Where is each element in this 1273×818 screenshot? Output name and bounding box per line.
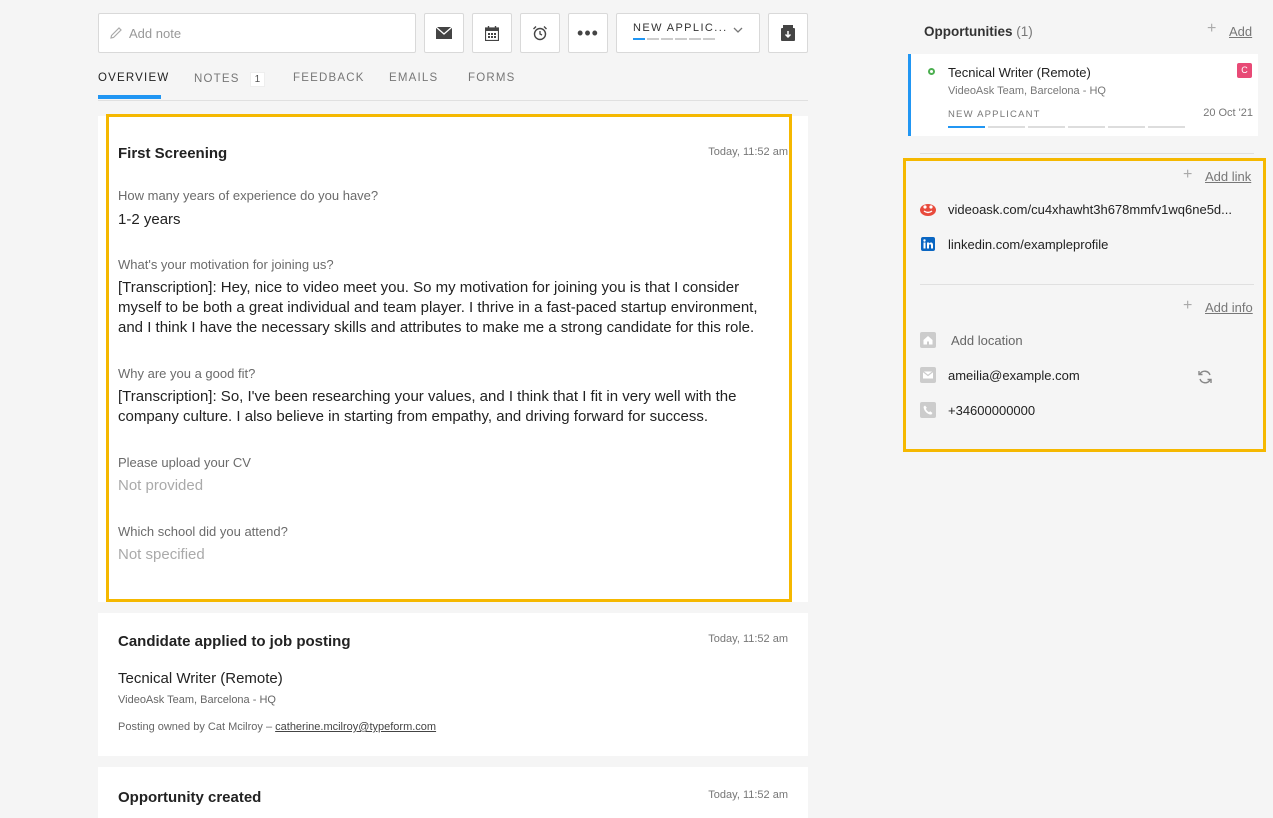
card-timestamp: Today, 11:52 am <box>708 633 788 645</box>
notes-count-badge: 1 <box>249 72 266 87</box>
schedule-button[interactable] <box>472 13 512 53</box>
question-label: What's your motivation for joining us? <box>118 257 334 272</box>
job-team: VideoAsk Team, Barcelona - HQ <box>118 694 276 706</box>
tab-overview[interactable]: OVERVIEW <box>98 72 170 99</box>
card-timestamp: Today, 11:52 am <box>708 146 788 158</box>
plus-icon: + <box>1207 20 1217 37</box>
answer-text: Not provided <box>118 477 204 494</box>
opportunities-count: (1) <box>1016 24 1033 39</box>
add-info-button[interactable]: Add info <box>1205 300 1253 315</box>
card-timestamp: Today, 11:52 am <box>708 789 788 801</box>
home-icon <box>920 332 936 348</box>
tab-feedback-label: FEEDBACK <box>293 72 365 84</box>
tab-active-indicator <box>98 95 161 99</box>
tab-emails-label: EMAILS <box>389 72 439 84</box>
opportunity-created-card: Opportunity created Today, 11:52 am <box>98 767 808 818</box>
opportunity-team: VideoAsk Team, Barcelona - HQ <box>948 85 1106 97</box>
videoask-icon <box>920 201 936 217</box>
archive-button[interactable] <box>768 13 808 53</box>
phone-value: +34600000000 <box>948 402 1036 418</box>
envelope-icon <box>436 27 452 39</box>
tab-notes[interactable]: NOTES 1 <box>194 72 266 87</box>
add-note-placeholder: Add note <box>129 25 182 41</box>
phone-row[interactable]: +34600000000 <box>920 402 1035 418</box>
opportunities-heading: Opportunities (1) <box>924 24 1033 39</box>
alarm-clock-icon <box>533 26 547 41</box>
phone-icon <box>920 402 936 418</box>
tab-emails[interactable]: EMAILS <box>389 72 438 84</box>
add-location-row[interactable]: Add location <box>920 332 1023 348</box>
card-title: Opportunity created <box>118 789 262 806</box>
calendar-icon <box>485 25 499 41</box>
add-note-input[interactable]: Add note <box>98 13 416 53</box>
link-text: linkedin.com/exampleprofile <box>948 236 1109 252</box>
answer-text: [Transcription]: Hey, nice to video meet… <box>118 279 758 336</box>
posting-owner: Posting owned by Cat Mcilroy – catherine… <box>118 721 436 733</box>
question-label: How many years of experience do you have… <box>118 188 379 203</box>
opportunities-title: Opportunities <box>924 24 1013 39</box>
applied-card: Candidate applied to job posting Today, … <box>98 613 808 756</box>
add-link-button[interactable]: Add link <box>1205 169 1251 184</box>
pencil-icon <box>110 27 122 39</box>
status-dot-icon <box>928 68 935 75</box>
reminder-button[interactable] <box>520 13 560 53</box>
opportunity-item[interactable]: Tecnical Writer (Remote) VideoAsk Team, … <box>908 54 1258 136</box>
question-label: Which school did you attend? <box>118 524 288 539</box>
plus-icon: + <box>1183 166 1193 183</box>
opportunity-stage-progress <box>948 126 1185 128</box>
archive-icon <box>781 25 795 41</box>
answer-text: 1-2 years <box>118 211 181 228</box>
link-text: videoask.com/cu4xhawht3h678mmfv1wq6ne5d.… <box>948 201 1232 217</box>
add-location-label: Add location <box>951 332 1023 348</box>
card-title: Candidate applied to job posting <box>118 633 351 650</box>
owner-email-link[interactable]: catherine.mcilroy@typeform.com <box>275 721 436 733</box>
more-actions-button[interactable]: ••• <box>568 13 608 53</box>
email-icon <box>920 367 936 383</box>
answer-text: [Transcription]: So, I've been researchi… <box>118 388 737 425</box>
sync-icon[interactable] <box>1197 369 1213 385</box>
tab-feedback[interactable]: FEEDBACK <box>293 72 365 84</box>
first-screening-card: First Screening Today, 11:52 am How many… <box>98 116 808 602</box>
tab-bar: OVERVIEW NOTES 1 FEEDBACK EMAILS FORMS <box>98 72 808 101</box>
email-button[interactable] <box>424 13 464 53</box>
stage-progress <box>633 38 759 40</box>
link-row-linkedin[interactable]: linkedin.com/exampleprofile <box>920 236 1108 252</box>
posting-owner-prefix: Posting owned by Cat Mcilroy – <box>118 721 273 733</box>
opportunity-name: Tecnical Writer (Remote) <box>948 65 1091 80</box>
card-title: First Screening <box>118 145 228 162</box>
email-value: ameilia@example.com <box>948 367 1080 383</box>
tab-overview-label: OVERVIEW <box>98 72 170 84</box>
ellipsis-icon: ••• <box>577 23 599 43</box>
answer-text: Not specified <box>118 546 205 563</box>
opportunity-stage: NEW APPLICANT <box>948 109 1041 120</box>
tab-forms-label: FORMS <box>468 72 516 84</box>
tab-notes-label: NOTES <box>194 73 240 85</box>
question-label: Why are you a good fit? <box>118 366 256 381</box>
linkedin-icon <box>920 236 936 252</box>
plus-icon: + <box>1183 297 1193 314</box>
add-opportunity-link[interactable]: Add <box>1229 24 1252 39</box>
divider <box>920 284 1254 285</box>
stage-select[interactable]: NEW APPLIC... <box>616 13 760 53</box>
email-row[interactable]: ameilia@example.com <box>920 367 1080 383</box>
opportunity-date: 20 Oct '21 <box>1203 107 1253 119</box>
chevron-down-icon <box>733 27 743 33</box>
divider <box>920 153 1254 154</box>
tab-forms[interactable]: FORMS <box>468 72 516 84</box>
question-label: Please upload your CV <box>118 455 251 470</box>
link-row-videoask[interactable]: videoask.com/cu4xhawht3h678mmfv1wq6ne5d.… <box>920 201 1232 217</box>
owner-tag: C <box>1237 63 1252 78</box>
job-title: Tecnical Writer (Remote) <box>118 670 283 687</box>
